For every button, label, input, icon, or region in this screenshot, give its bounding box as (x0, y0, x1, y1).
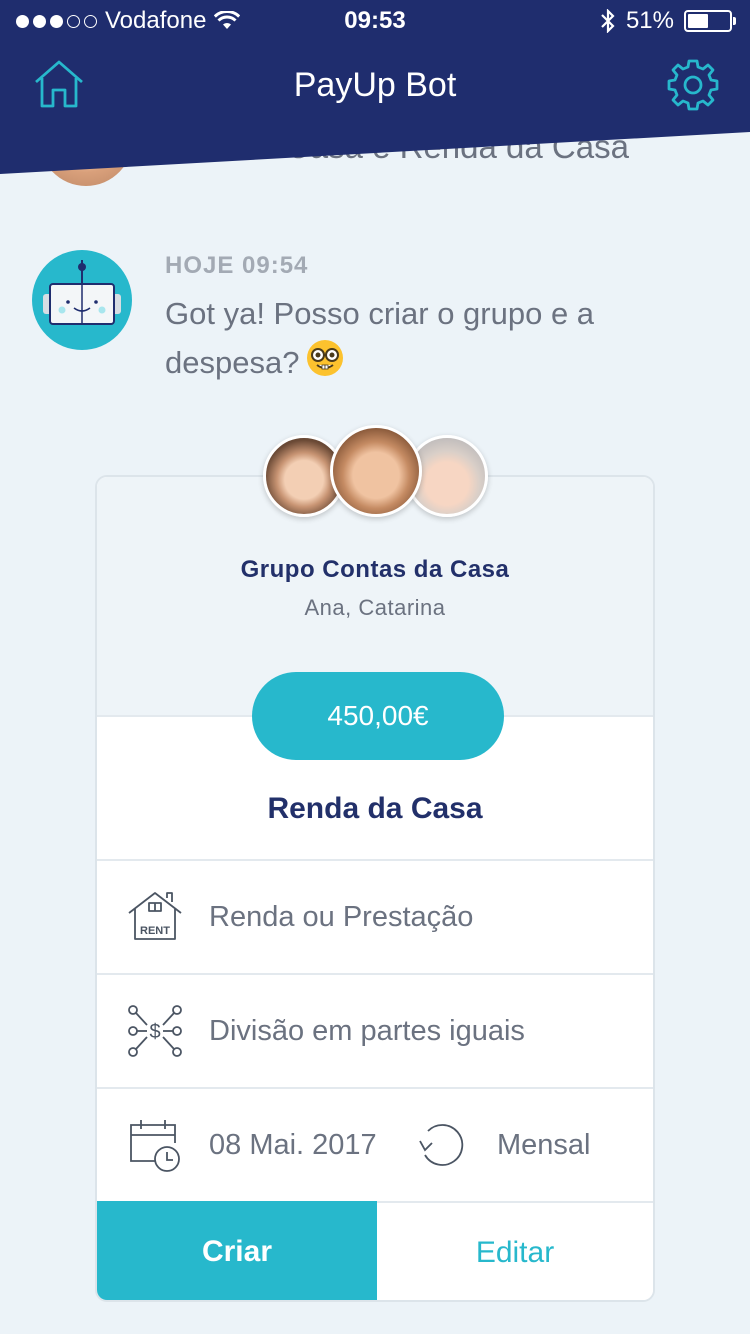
bot-message-text: Got ya! Posso criar o grupo e a despesa? (165, 290, 685, 392)
recurrence-label: Mensal (497, 1128, 591, 1161)
category-label: Renda ou Prestação (209, 900, 474, 933)
create-button[interactable]: Criar (97, 1201, 377, 1300)
bluetooth-icon (601, 9, 615, 33)
page-title: PayUp Bot (293, 66, 457, 104)
schedule-row[interactable]: 08 Mai. 2017 Mensal (97, 1087, 653, 1201)
nerd-face-emoji (305, 338, 345, 392)
status-bar: Vodafone 09:53 51% (0, 0, 750, 40)
split-row[interactable]: $ Divisão em partes iguais (97, 973, 653, 1087)
robot-icon (43, 260, 121, 325)
settings-button[interactable] (666, 58, 720, 112)
edit-button[interactable]: Editar (377, 1201, 653, 1300)
rent-house-icon: RENT (128, 892, 182, 940)
svg-text:RENT: RENT (140, 925, 170, 937)
group-name: Grupo Contas da Casa (240, 556, 510, 583)
calendar-clock-icon (130, 1120, 180, 1172)
battery-level (688, 14, 709, 28)
message-timestamp: HOJE 09:54 (165, 252, 309, 279)
card-actions: Criar Editar (97, 1201, 653, 1300)
split-equal-icon: $ (128, 1005, 182, 1057)
app-header: Vodafone 09:53 51% PayUp Bot (0, 0, 750, 176)
gear-icon (667, 59, 719, 111)
bot-message-body: Got ya! Posso criar o grupo e a despesa? (165, 296, 595, 381)
expense-card: Grupo Contas da Casa Ana, Catarina 450,0… (95, 475, 655, 1302)
bot-avatar (32, 250, 132, 350)
svg-text:$: $ (149, 1021, 160, 1043)
expense-title: Renda da Casa (267, 792, 483, 825)
group-members: Ana, Catarina (304, 595, 446, 620)
repeat-icon (419, 1124, 464, 1166)
split-label: Divisão em partes iguais (209, 1014, 525, 1047)
date-label: 08 Mai. 2017 (209, 1128, 377, 1161)
battery-percent: 51% (625, 7, 674, 34)
member-avatar (330, 425, 422, 517)
category-row[interactable]: RENT Renda ou Prestação (97, 859, 653, 973)
battery-icon (684, 10, 736, 32)
amount-badge: 450,00€ (252, 672, 504, 760)
